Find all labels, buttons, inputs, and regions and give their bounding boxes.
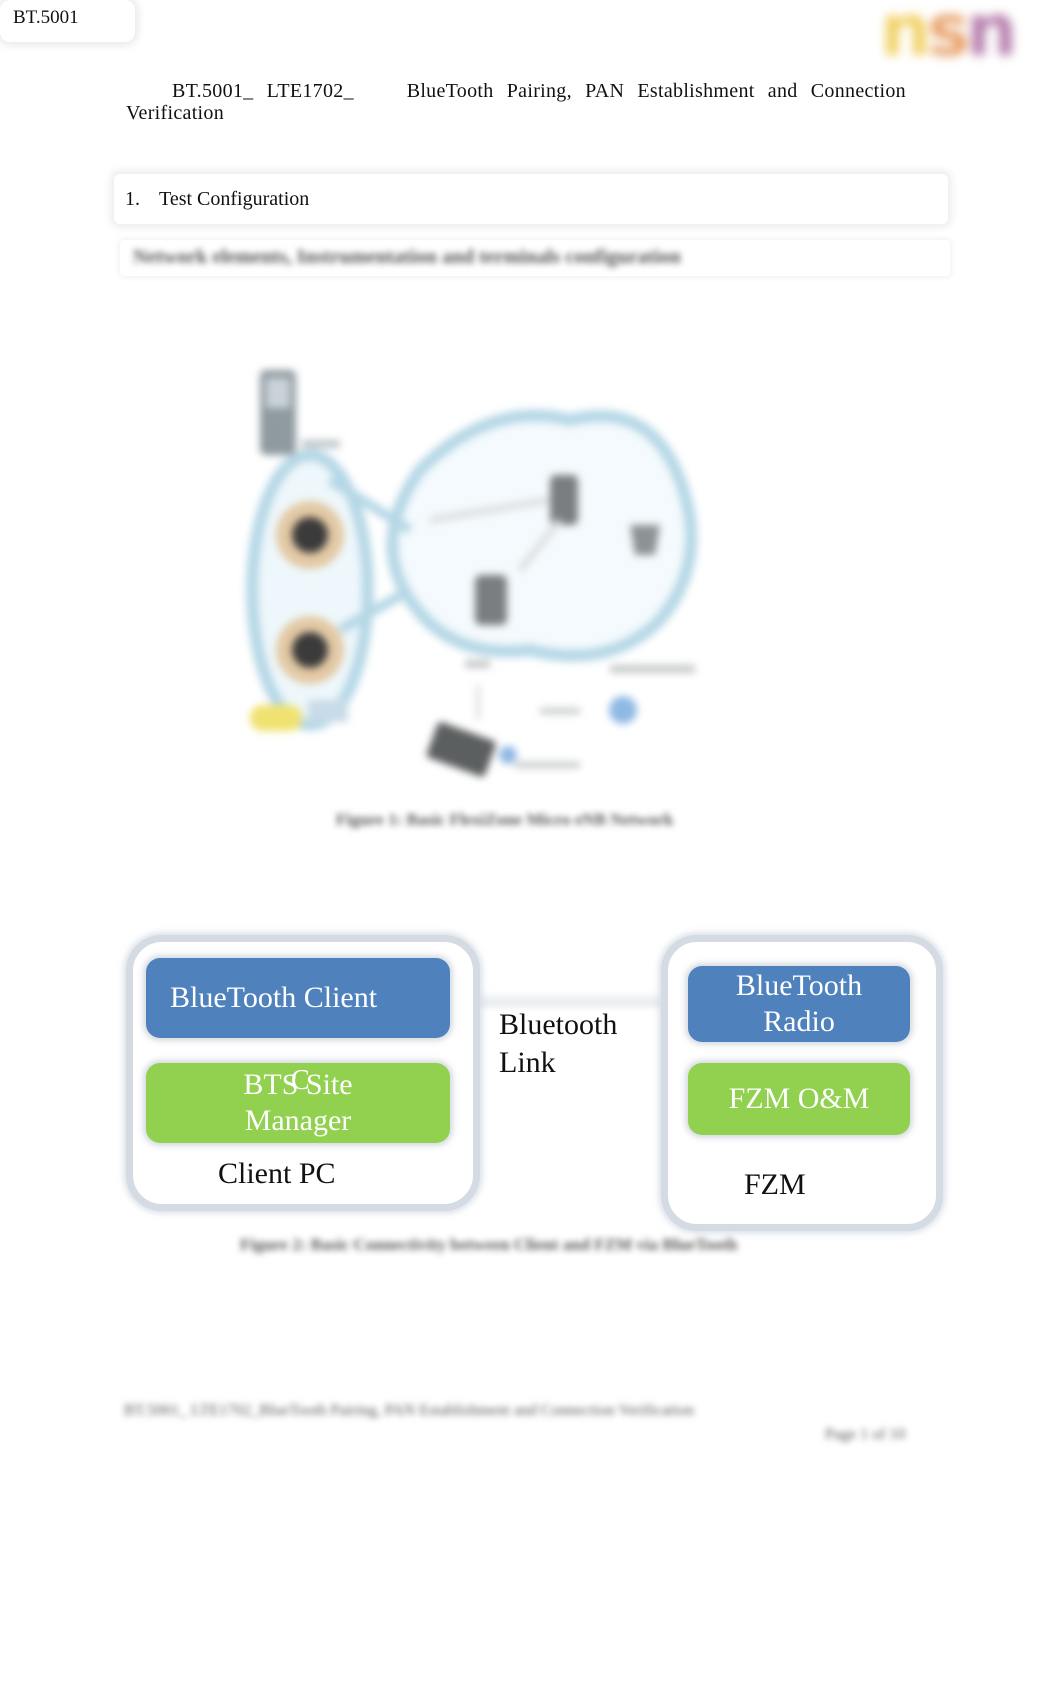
fzm-device-icon [609, 696, 637, 724]
client-pc-label: Client PC [218, 1157, 336, 1190]
document-title: BT.5001_ LTE1702_ BlueTooth Pairing, PAN… [126, 80, 906, 124]
bluetooth-link-label: Bluetooth Link [499, 1006, 617, 1082]
gateway-node-icon [475, 575, 507, 625]
title-prefix: BT.5001_ LTE1702_ [172, 80, 354, 102]
figure-2-caption: Figure 2: Basic Connectivity between Cli… [240, 1235, 738, 1254]
bluetooth-radio-block: BlueTooth Radio [688, 966, 910, 1042]
bluetooth-radio-label: BlueTooth Radio [735, 969, 863, 1038]
bluetooth-dongle-icon [499, 746, 517, 764]
document-id-tag: BT.5001 [0, 0, 135, 42]
network-topology-figure [246, 370, 698, 777]
logo-letter-n1: n [880, 0, 931, 72]
nsn-logo: nsn [880, 0, 1050, 70]
label-tag-yellow [250, 705, 302, 731]
bluetooth-link-line1: Bluetooth [499, 1008, 618, 1041]
client-pc-icon [426, 722, 496, 777]
section-title: Test Configuration [159, 188, 310, 210]
bluetooth-link-line2: Link [499, 1046, 556, 1079]
stray-glyph: C [291, 1065, 310, 1096]
footer-document-title: BT.5001_ LTE1702_BlueTooth Pairing, PAN … [124, 1402, 694, 1419]
fzm-om-block: FZM O&M [688, 1063, 910, 1135]
fzm-om-label: FZM O&M [728, 1082, 870, 1115]
document-id: BT.5001 [13, 7, 79, 28]
bts-site-manager-block: BTS Site Manager C [146, 1063, 450, 1143]
bluetooth-client-block: BlueTooth Client [146, 958, 450, 1038]
section-heading: 1. Test Configuration [114, 174, 948, 224]
section-number: 1. [125, 188, 140, 210]
bluetooth-client-label: BlueTooth Client [170, 981, 378, 1014]
section-subheading: Network elements, Instrumentation and te… [133, 246, 681, 268]
core-node-icon [550, 475, 578, 525]
figure-1-caption: Figure 1: Basic FlexiZone Micro eNB Netw… [336, 810, 674, 829]
footer-page-number: Page 1 of 10 [825, 1426, 906, 1443]
server-icon [630, 525, 660, 555]
logo-letter-s: s [927, 0, 970, 72]
fzm-label: FZM [744, 1168, 806, 1201]
logo-letter-n2: n [966, 0, 1017, 72]
